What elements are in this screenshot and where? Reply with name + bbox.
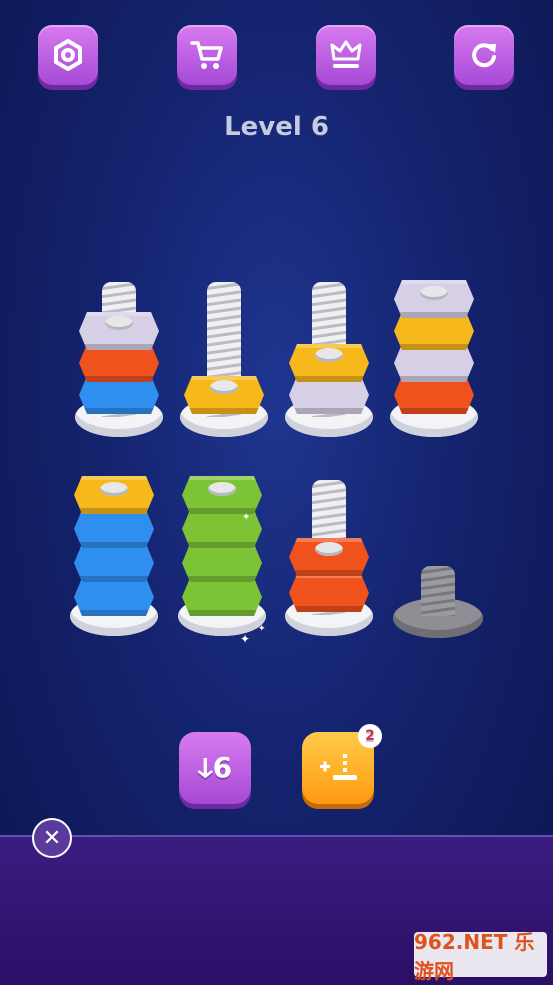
close-icon: ✕ <box>42 825 62 851</box>
nut-green <box>182 578 262 616</box>
peg-6[interactable] <box>178 474 266 636</box>
undo-button[interactable]: ↆ6 <box>179 732 251 804</box>
gear-icon <box>54 39 82 71</box>
peg-5[interactable] <box>70 476 158 636</box>
crown-icon <box>330 40 362 68</box>
nut-blue <box>74 578 154 616</box>
peg-8-locked[interactable] <box>393 566 483 638</box>
nut-lavender <box>394 280 474 318</box>
nut-blue <box>74 510 154 548</box>
peg-1[interactable] <box>75 282 163 437</box>
peg-4[interactable] <box>390 280 478 437</box>
peg-7[interactable] <box>285 480 373 636</box>
peg-3[interactable] <box>285 282 373 437</box>
sparkle-icon: ✦ <box>242 512 251 523</box>
settings-button[interactable] <box>38 25 98 85</box>
nut-blue <box>74 544 154 582</box>
nut-red <box>289 574 369 612</box>
watermark-logo: 962.NET 乐游网 <box>414 930 547 983</box>
sparkle-icon: ✦ <box>240 632 251 646</box>
add-bolt-icon <box>320 754 357 780</box>
nut-green <box>182 476 262 514</box>
nut-green <box>182 544 262 582</box>
restart-icon <box>472 43 496 68</box>
add-bolt-count-badge: 2 <box>358 724 382 748</box>
add-bolt-button[interactable]: 2 <box>302 724 382 804</box>
bolt-locked <box>421 566 455 616</box>
nut-red <box>289 538 369 576</box>
shop-button[interactable] <box>177 25 237 85</box>
level-title: Level 6 <box>224 112 329 142</box>
restart-button[interactable] <box>454 25 514 85</box>
undo-label: ↆ6 <box>197 751 233 784</box>
sparkle-icon: ✦ <box>258 624 266 634</box>
nut-yellow <box>184 376 264 414</box>
cart-icon <box>190 41 223 69</box>
game-screen: { "header": { "level_label": "Level 6" }… <box>0 0 553 985</box>
close-ad-button[interactable]: ✕ <box>32 818 72 858</box>
nut-yellow <box>289 344 369 382</box>
leaderboard-button[interactable] <box>316 25 376 85</box>
peg-2[interactable] <box>180 282 268 437</box>
nut-yellow <box>74 476 154 514</box>
nut-lavender <box>79 312 159 350</box>
